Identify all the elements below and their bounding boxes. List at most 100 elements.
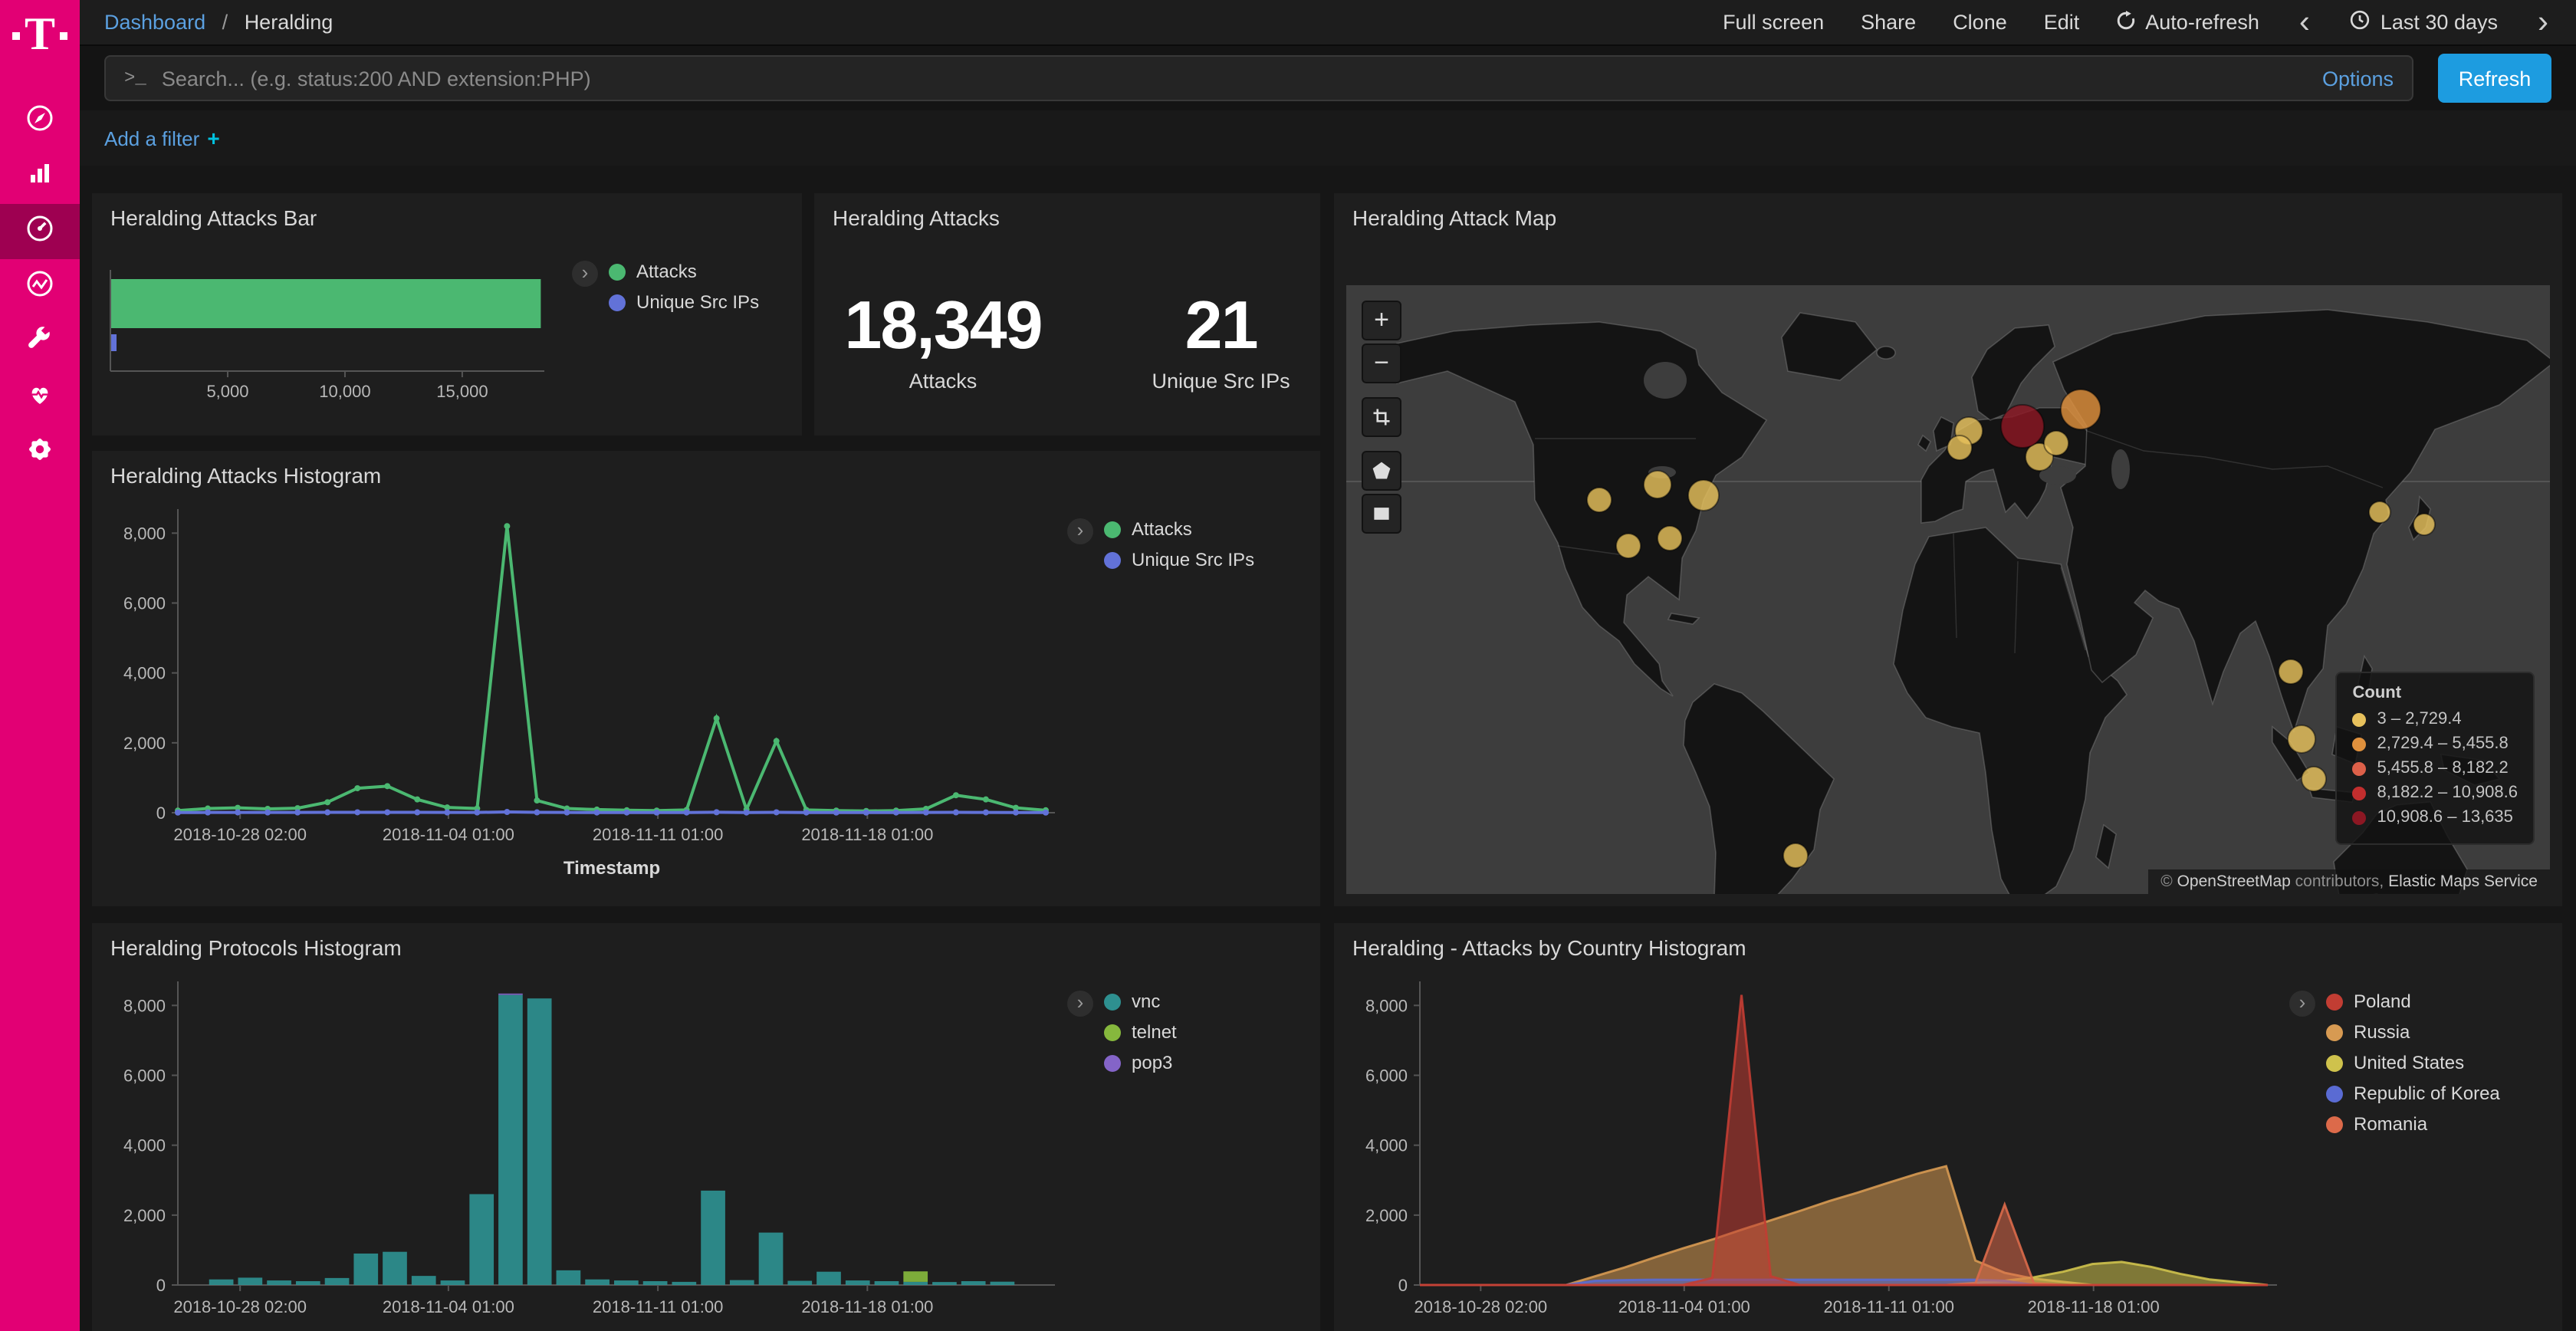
time-range-picker[interactable]: Last 30 days xyxy=(2350,9,2498,35)
series-bar-vnc[interactable] xyxy=(991,1282,1015,1285)
series-bar-vnc[interactable] xyxy=(903,1282,928,1285)
map-marker[interactable] xyxy=(2001,405,2044,448)
map-marker[interactable] xyxy=(1616,534,1641,558)
data-point[interactable] xyxy=(774,738,780,744)
series-bar-vnc[interactable] xyxy=(267,1280,291,1285)
data-point[interactable] xyxy=(684,810,690,816)
map-marker[interactable] xyxy=(2061,389,2101,429)
series-bar-vnc[interactable] xyxy=(932,1282,957,1285)
series-bar-vnc[interactable] xyxy=(469,1194,494,1285)
map-marker[interactable] xyxy=(1947,435,1972,460)
share-button[interactable]: Share xyxy=(1861,11,1916,34)
refresh-button[interactable]: Refresh xyxy=(2438,54,2551,103)
zoom-out-button[interactable]: − xyxy=(1362,343,1401,383)
series-bar-vnc[interactable] xyxy=(759,1233,784,1285)
options-link[interactable]: Options xyxy=(2322,67,2394,90)
series-bar-vnc[interactable] xyxy=(209,1280,234,1285)
add-filter-link[interactable]: Add a filter xyxy=(104,127,199,150)
map-marker[interactable] xyxy=(1688,480,1719,511)
zoom-in-button[interactable]: + xyxy=(1362,301,1401,340)
legend-item[interactable]: Unique Src IPs xyxy=(609,291,759,313)
legend-item[interactable]: Romania xyxy=(2326,1113,2500,1135)
fit-data-bounds-button[interactable] xyxy=(1362,397,1401,437)
series-bar-vnc[interactable] xyxy=(701,1191,725,1285)
legend-item[interactable]: Republic of Korea xyxy=(2326,1083,2500,1104)
series-bar-vnc[interactable] xyxy=(353,1254,378,1285)
legend-item[interactable]: pop3 xyxy=(1104,1052,1177,1073)
series-bar-pop3[interactable] xyxy=(498,994,523,995)
data-point[interactable] xyxy=(324,810,330,816)
map-marker[interactable] xyxy=(2413,514,2435,535)
legend-item[interactable]: Unique Src IPs xyxy=(1104,549,1254,570)
data-point[interactable] xyxy=(953,792,959,798)
data-point[interactable] xyxy=(175,810,181,816)
series-bar-vnc[interactable] xyxy=(672,1282,696,1285)
legend-toggle-icon[interactable]: › xyxy=(572,261,598,287)
sidebar-item-dashboard[interactable] xyxy=(0,204,80,259)
series-bar-vnc[interactable] xyxy=(585,1280,610,1285)
map-marker[interactable] xyxy=(1644,471,1671,498)
sidebar-item-dev-tools[interactable] xyxy=(0,314,80,370)
data-point[interactable] xyxy=(324,799,330,805)
data-point[interactable] xyxy=(534,797,540,804)
legend-toggle-icon[interactable]: › xyxy=(2289,991,2315,1017)
series-bar-vnc[interactable] xyxy=(498,995,523,1285)
series-bar-vnc[interactable] xyxy=(614,1280,639,1285)
series-bar-vnc[interactable] xyxy=(787,1281,812,1285)
data-point[interactable] xyxy=(714,715,720,721)
legend-item[interactable]: vnc xyxy=(1104,991,1177,1012)
draw-polygon-button[interactable] xyxy=(1362,451,1401,491)
legend-item[interactable]: Attacks xyxy=(609,261,759,282)
data-point[interactable] xyxy=(235,810,241,816)
legend-toggle-icon[interactable]: › xyxy=(1067,991,1093,1017)
data-point[interactable] xyxy=(444,810,450,816)
auto-refresh-button[interactable]: Auto-refresh xyxy=(2116,10,2259,35)
data-point[interactable] xyxy=(923,810,929,816)
series-bar-vnc[interactable] xyxy=(846,1280,870,1285)
data-point[interactable] xyxy=(744,810,750,816)
country-histogram-chart[interactable]: 02,0004,0006,0008,0002018-10-28 02:00201… xyxy=(1334,969,2289,1331)
legend-item[interactable]: telnet xyxy=(1104,1021,1177,1043)
data-point[interactable] xyxy=(414,797,420,803)
series-bar-vnc[interactable] xyxy=(527,998,552,1285)
data-point[interactable] xyxy=(474,810,480,816)
legend-item[interactable]: Attacks xyxy=(1104,518,1254,540)
map-marker[interactable] xyxy=(1658,526,1682,550)
data-point[interactable] xyxy=(205,810,211,816)
data-point[interactable] xyxy=(953,810,959,816)
series-bar-vnc[interactable] xyxy=(325,1278,350,1285)
series-bar-vnc[interactable] xyxy=(383,1252,407,1285)
legend-item[interactable]: United States xyxy=(2326,1052,2500,1073)
data-point[interactable] xyxy=(983,810,989,816)
data-point[interactable] xyxy=(1013,810,1019,816)
data-point[interactable] xyxy=(504,523,510,529)
sidebar-item-discover[interactable] xyxy=(0,94,80,149)
series-line-Attacks[interactable] xyxy=(178,526,1046,810)
data-point[interactable] xyxy=(593,810,600,816)
series-bar-vnc[interactable] xyxy=(296,1281,320,1285)
draw-rectangle-button[interactable] xyxy=(1362,494,1401,534)
map-marker[interactable] xyxy=(1783,843,1808,868)
map-marker[interactable] xyxy=(2044,431,2068,455)
full-screen-button[interactable]: Full screen xyxy=(1723,11,1824,34)
attacks-histogram-chart[interactable]: 02,0004,0006,0008,0002018-10-28 02:00201… xyxy=(92,497,1067,906)
series-bar-vnc[interactable] xyxy=(238,1277,262,1285)
map-marker[interactable] xyxy=(2279,659,2303,684)
map-marker[interactable] xyxy=(2369,501,2390,523)
sidebar-item-monitoring[interactable] xyxy=(0,370,80,425)
series-bar-vnc[interactable] xyxy=(412,1276,436,1285)
data-point[interactable] xyxy=(384,809,390,815)
series-bar-vnc[interactable] xyxy=(730,1280,754,1285)
series-bar-vnc[interactable] xyxy=(816,1272,841,1285)
legend-item[interactable]: Russia xyxy=(2326,1021,2500,1043)
bar-attacks[interactable] xyxy=(110,279,540,328)
data-point[interactable] xyxy=(414,810,420,816)
telekom-logo[interactable]: T xyxy=(12,14,67,57)
openstreetmap-link[interactable]: OpenStreetMap xyxy=(2177,873,2291,891)
elastic-maps-service-link[interactable]: Elastic Maps Service xyxy=(2388,873,2538,891)
sidebar-item-visualize[interactable] xyxy=(0,149,80,204)
data-point[interactable] xyxy=(294,810,301,816)
time-forward-button[interactable]: › xyxy=(2535,7,2551,38)
data-point[interactable] xyxy=(833,810,840,816)
data-point[interactable] xyxy=(534,810,540,816)
